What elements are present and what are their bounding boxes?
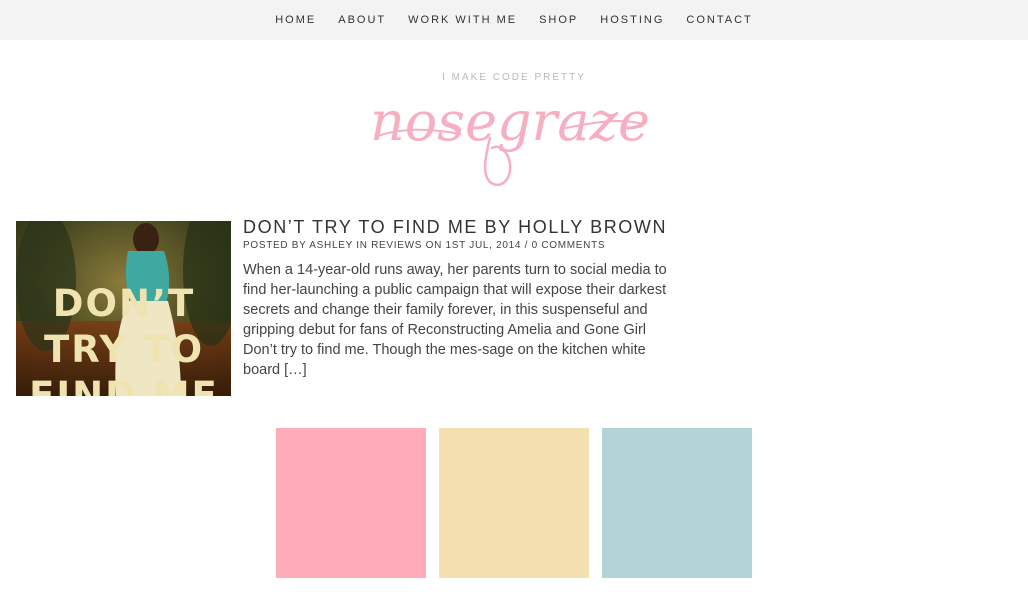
meta-prefix: POSTED BY xyxy=(243,240,310,251)
post-excerpt: When a 14-year-old runs away, her parent… xyxy=(243,262,667,378)
category-link[interactable]: REVIEWS xyxy=(371,240,422,251)
cover-title-line3: FIND ME xyxy=(29,374,219,396)
meta-in: IN xyxy=(352,240,372,251)
top-navigation: HOME ABOUT WORK WITH ME SHOP HOSTING CON… xyxy=(0,0,1028,40)
book-cover-image: DON’T TRY TO FIND ME xyxy=(16,221,231,396)
cover-title-line1: DON’T xyxy=(53,282,195,325)
swatch-teal[interactable] xyxy=(602,428,752,578)
meta-date: ON 1ST JUL, 2014 / xyxy=(422,240,532,251)
nav-menu: HOME ABOUT WORK WITH ME SHOP HOSTING CON… xyxy=(264,14,764,26)
cover-title-line2: TRY TO xyxy=(44,328,204,371)
post-meta: POSTED BY ASHLEY IN REVIEWS ON 1ST JUL, … xyxy=(243,240,605,251)
nav-item-contact[interactable]: CONTACT xyxy=(675,14,763,26)
nav-item-about[interactable]: ABOUT xyxy=(327,14,397,26)
post-thumbnail[interactable]: DON’T TRY TO FIND ME xyxy=(16,221,231,396)
swatch-yellow[interactable] xyxy=(439,428,589,578)
post-title[interactable]: DON’T TRY TO FIND ME BY HOLLY BROWN xyxy=(243,217,667,238)
nav-item-shop[interactable]: SHOP xyxy=(528,14,589,26)
nav-item-home[interactable]: HOME xyxy=(264,14,327,26)
author-link[interactable]: ASHLEY xyxy=(309,240,352,251)
comments-link[interactable]: 0 COMMENTS xyxy=(532,240,606,251)
logo-wordmark: nosegraze xyxy=(370,90,650,153)
site-logo[interactable]: nosegraze xyxy=(370,78,650,190)
nav-item-work-with-me[interactable]: WORK WITH ME xyxy=(397,14,528,26)
nav-item-hosting[interactable]: HOSTING xyxy=(589,14,675,26)
swatch-pink[interactable] xyxy=(276,428,426,578)
